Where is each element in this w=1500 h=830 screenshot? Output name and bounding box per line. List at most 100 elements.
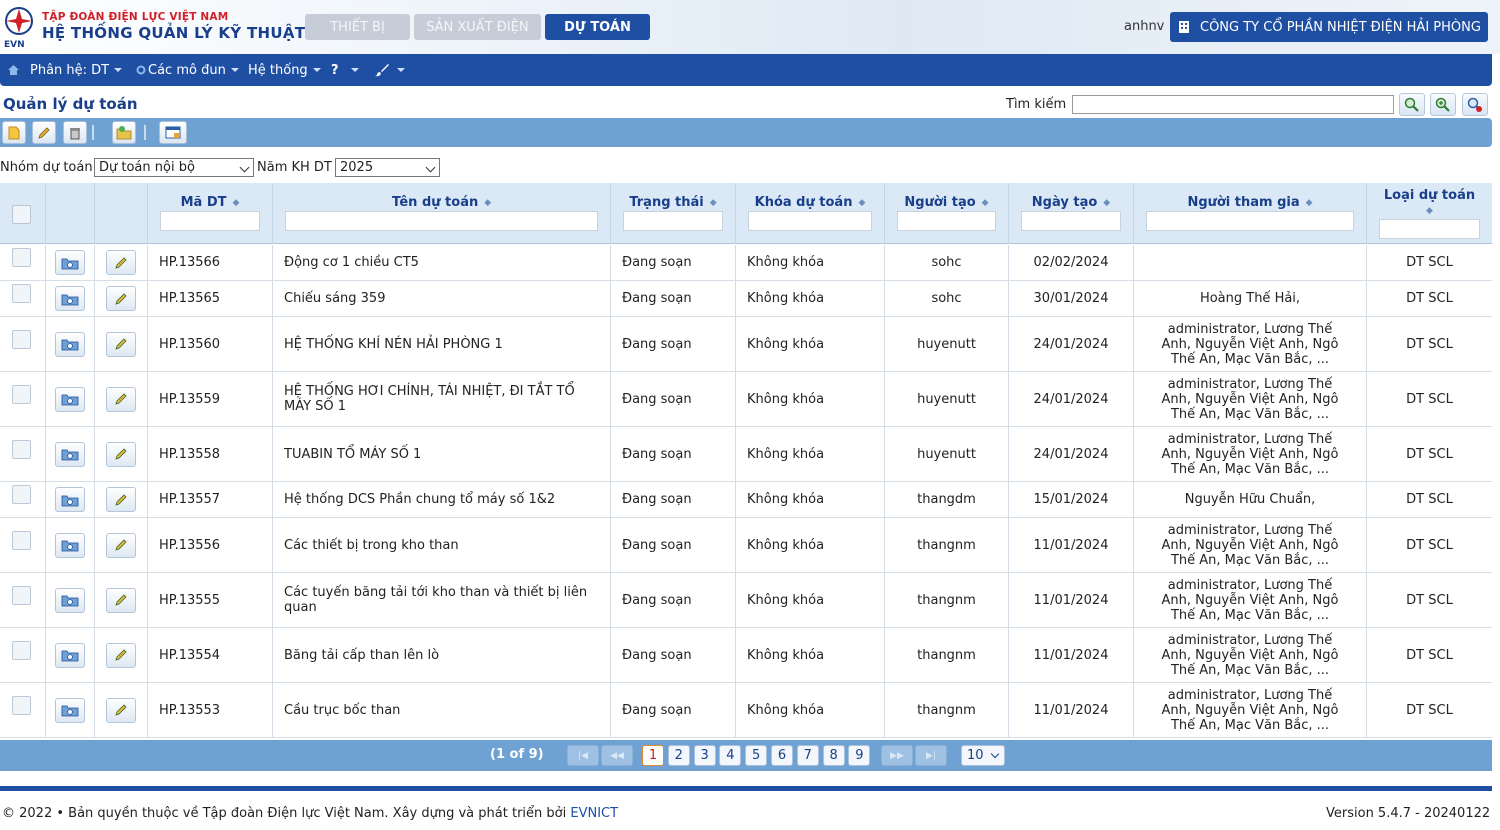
row-checkbox[interactable] xyxy=(12,329,31,349)
table-row[interactable]: HP.13553 Cầu trục bốc than Đang soạn Không … xyxy=(0,683,1492,738)
edit-row-button[interactable] xyxy=(106,532,136,558)
page-7-button[interactable]: 7 xyxy=(796,745,819,766)
header-creator[interactable]: Người tạo ◆ xyxy=(885,183,1009,244)
first-page-button[interactable]: |◀ xyxy=(567,745,599,766)
next-page-button[interactable]: ▶▶ xyxy=(881,745,913,766)
row-checkbox[interactable] xyxy=(12,439,31,459)
table-row[interactable]: HP.13559 HỆ THỐNG HƠI CHÍNH, TÁI NHIỆT, Đ… xyxy=(0,372,1492,427)
table-row[interactable]: HP.13554 Băng tải cấp than lên lò Đang soạ… xyxy=(0,628,1492,683)
table-row[interactable]: HP.13555 Các tuyến băng tải tới kho than … xyxy=(0,573,1492,628)
view-detail-button[interactable] xyxy=(55,587,85,613)
edit-row-button[interactable] xyxy=(106,697,136,723)
row-checkbox[interactable] xyxy=(12,640,31,660)
last-page-button[interactable]: ▶| xyxy=(915,745,947,766)
edit-row-button[interactable] xyxy=(106,642,136,668)
sort-icon[interactable]: ◆ xyxy=(858,198,865,208)
edit-row-button[interactable] xyxy=(106,331,136,357)
filter-status-input[interactable] xyxy=(623,211,723,231)
tab-thiet-bi[interactable]: THIẾT BỊ xyxy=(305,14,410,40)
edit-row-button[interactable] xyxy=(106,386,136,412)
view-detail-button[interactable] xyxy=(55,532,85,558)
page-2-button[interactable]: 2 xyxy=(667,745,690,766)
table-row[interactable]: HP.13556 Các thiết bị trong kho than Đang … xyxy=(0,518,1492,573)
clear-search-button[interactable] xyxy=(1462,93,1488,116)
filter-lock-input[interactable] xyxy=(748,211,872,231)
edit-button[interactable] xyxy=(32,121,56,144)
sort-icon[interactable]: ◆ xyxy=(1426,204,1433,219)
table-row[interactable]: HP.13558 TUABIN TỔ MÁY SỐ 1 Đang soạn Không… xyxy=(0,427,1492,482)
group-filter-select[interactable]: Dự toán nội bộ xyxy=(94,158,254,177)
header-status[interactable]: Trạng thái ◆ xyxy=(611,183,736,244)
view-button[interactable] xyxy=(159,121,187,144)
filter-participants-input[interactable] xyxy=(1146,211,1354,231)
filter-name-input[interactable] xyxy=(285,211,598,231)
header-date[interactable]: Ngày tạo ◆ xyxy=(1009,183,1134,244)
delete-button[interactable] xyxy=(63,121,87,144)
page-4-button[interactable]: 4 xyxy=(719,745,742,766)
view-detail-button[interactable] xyxy=(55,487,85,512)
sort-icon[interactable]: ◆ xyxy=(1306,198,1313,208)
edit-row-button[interactable] xyxy=(106,250,136,275)
advanced-search-button[interactable] xyxy=(1430,93,1456,116)
view-detail-button[interactable] xyxy=(55,286,85,311)
view-detail-button[interactable] xyxy=(55,441,85,467)
developer-link[interactable]: EVNICT xyxy=(570,806,618,821)
header-type[interactable]: Loại dự toán ◆ xyxy=(1367,183,1492,244)
view-detail-button[interactable] xyxy=(55,331,85,357)
page-3-button[interactable]: 3 xyxy=(693,745,716,766)
view-detail-button[interactable] xyxy=(55,697,85,723)
menu-modules[interactable]: Các mô đun xyxy=(136,54,239,86)
view-detail-button[interactable] xyxy=(55,642,85,668)
view-detail-button[interactable] xyxy=(55,386,85,412)
filter-code-input[interactable] xyxy=(160,211,260,231)
table-row[interactable]: HP.13557 Hệ thống DCS Phần chung tổ máy s… xyxy=(0,482,1492,518)
tab-du-toan[interactable]: DỰ TOÁN xyxy=(545,14,650,40)
filter-creator-input[interactable] xyxy=(897,211,996,231)
company-button[interactable]: CÔNG TY CỔ PHẦN NHIỆT ĐIỆN HẢI PHÒNG xyxy=(1170,12,1488,42)
edit-row-button[interactable] xyxy=(106,441,136,467)
row-checkbox[interactable] xyxy=(12,485,31,504)
row-checkbox[interactable] xyxy=(12,585,31,605)
username[interactable]: anhnv xyxy=(1124,19,1164,34)
table-row[interactable]: HP.13560 HỆ THỐNG KHÍ NÉN HẢI PHÒNG 1 Đang… xyxy=(0,317,1492,372)
menu-subsystem[interactable]: Phân hệ: DT xyxy=(30,54,123,86)
header-code[interactable]: Mã DT ◆ xyxy=(148,183,273,244)
import-button[interactable] xyxy=(112,121,136,144)
edit-row-button[interactable] xyxy=(106,587,136,613)
menu-help[interactable]: ? xyxy=(331,54,359,86)
row-checkbox[interactable] xyxy=(12,384,31,404)
search-input[interactable] xyxy=(1072,95,1394,114)
row-checkbox[interactable] xyxy=(12,284,31,303)
select-all-checkbox[interactable] xyxy=(12,205,31,224)
page-9-button[interactable]: 9 xyxy=(848,745,871,766)
menu-theme[interactable] xyxy=(375,54,405,86)
row-checkbox[interactable] xyxy=(12,695,31,715)
sort-icon[interactable]: ◆ xyxy=(710,198,717,208)
search-button[interactable] xyxy=(1399,93,1425,116)
filter-date-input[interactable] xyxy=(1021,211,1121,231)
table-row[interactable]: HP.13565 Chiếu sáng 359 Đang soạn Không khó… xyxy=(0,281,1492,317)
year-filter-select[interactable]: 2025 xyxy=(335,158,440,177)
sort-icon[interactable]: ◆ xyxy=(982,198,989,208)
page-1-button[interactable]: 1 xyxy=(642,745,664,766)
tab-san-xuat-dien[interactable]: SẢN XUẤT ĐIỆN xyxy=(414,14,541,40)
row-checkbox[interactable] xyxy=(12,530,31,550)
edit-row-button[interactable] xyxy=(106,487,136,512)
rows-per-page-select[interactable]: 10 xyxy=(961,745,1005,766)
page-8-button[interactable]: 8 xyxy=(822,745,845,766)
header-lock[interactable]: Khóa dự toán ◆ xyxy=(736,183,885,244)
sort-icon[interactable]: ◆ xyxy=(232,198,239,208)
prev-page-button[interactable]: ◀◀ xyxy=(601,745,633,766)
header-name[interactable]: Tên dự toán ◆ xyxy=(273,183,611,244)
sort-icon[interactable]: ◆ xyxy=(484,198,491,208)
filter-type-input[interactable] xyxy=(1379,219,1480,239)
page-6-button[interactable]: 6 xyxy=(771,745,793,766)
table-row[interactable]: HP.13566 Động cơ 1 chiều CT5 Đang soạn Khôn… xyxy=(0,245,1492,281)
menu-system[interactable]: Hệ thống xyxy=(248,54,321,86)
sort-icon[interactable]: ◆ xyxy=(1103,198,1110,208)
home-menu[interactable] xyxy=(8,54,19,86)
header-participants[interactable]: Người tham gia ◆ xyxy=(1134,183,1367,244)
add-button[interactable] xyxy=(2,121,26,144)
view-detail-button[interactable] xyxy=(55,250,85,275)
page-5-button[interactable]: 5 xyxy=(745,745,768,766)
